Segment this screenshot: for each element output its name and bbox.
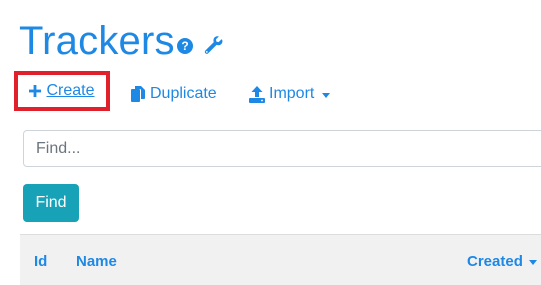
column-header-created-label: Created <box>467 253 523 270</box>
upload-icon <box>249 85 265 103</box>
column-header-created[interactable]: Created <box>467 253 537 270</box>
column-header-name-label: Name <box>76 253 117 270</box>
duplicate-label: Duplicate <box>150 85 217 102</box>
create-label: Create <box>46 82 95 99</box>
question-circle-icon[interactable]: ? <box>177 38 193 54</box>
import-button[interactable]: Import <box>249 83 331 105</box>
column-header-name[interactable]: Name <box>76 253 117 270</box>
create-button[interactable]: Create <box>14 71 110 111</box>
column-header-id[interactable]: Id <box>34 253 47 270</box>
column-header-id-label: Id <box>34 253 48 270</box>
page-title: Trackers <box>19 19 175 63</box>
copy-icon <box>131 86 145 102</box>
sort-desc-icon <box>528 260 537 265</box>
wrench-icon[interactable] <box>204 36 224 56</box>
import-label: Import <box>269 85 315 102</box>
table-header: Id Name Created <box>20 234 541 285</box>
caret-down-icon <box>322 92 331 98</box>
plus-icon <box>29 85 42 97</box>
find-button[interactable]: Find <box>23 184 79 222</box>
duplicate-button[interactable]: Duplicate <box>131 83 217 105</box>
search-input[interactable] <box>23 130 541 167</box>
